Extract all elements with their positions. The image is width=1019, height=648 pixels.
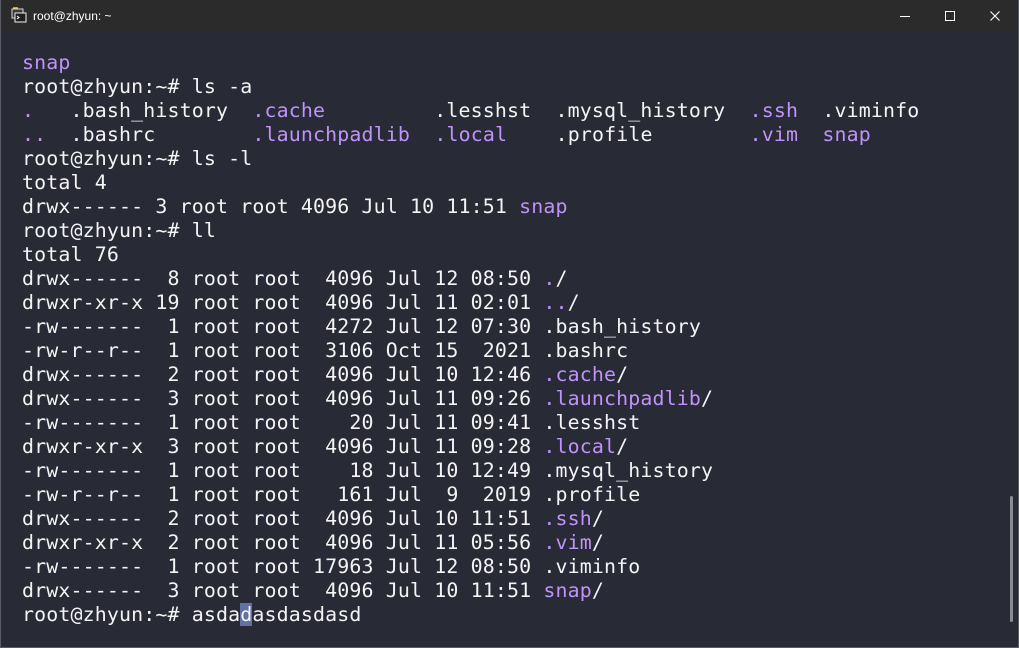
directory-name: .local (543, 435, 617, 458)
terminal-text: -rw------- 1 root root 18 Jul 10 12:49 .… (22, 459, 714, 482)
terminal-line: drwx------ 3 root root 4096 Jul 10 11:51… (22, 579, 919, 603)
terminal-text: drwxr-xr-x 2 root root 4096 Jul 11 05:56 (22, 531, 544, 554)
directory-name: .ssh (543, 507, 592, 530)
terminal-line: drwx------ 8 root root 4096 Jul 12 08:50… (22, 267, 919, 291)
terminal-line: root@zhyun:~# ls -l (22, 147, 919, 171)
terminal-text: .viminfo (798, 99, 920, 122)
window-title: root@zhyun: ~ (33, 9, 112, 23)
terminal-text: root@zhyun:~# ll (22, 219, 217, 242)
minimize-button[interactable] (882, 0, 928, 31)
terminal-line: drwx------ 3 root root 4096 Jul 10 11:51… (22, 195, 919, 219)
terminal-text: -rw------- 1 root root 20 Jul 11 09:41 .… (22, 411, 641, 434)
terminal-text: root@zhyun:~# ls -a (22, 75, 253, 98)
terminal-line: snap (22, 51, 919, 75)
terminal-text: -rw-r--r-- 1 root root 161 Jul 9 2019 .p… (22, 483, 641, 506)
close-icon (989, 10, 1001, 22)
terminal-lines: snap root@zhyun:~# ls -a. .bash_history .… (22, 51, 919, 627)
terminal-line: drwx------ 3 root root 4096 Jul 11 09:26… (22, 387, 919, 411)
terminal-line: drwxr-xr-x 2 root root 4096 Jul 11 05:56… (22, 531, 919, 555)
terminal-prompt-line: root@zhyun:~# asdadasdasdasd (22, 603, 919, 627)
terminal-line: . .bash_history .cache .lesshst .mysql_h… (22, 99, 919, 123)
terminal-line: root@zhyun:~# ll (22, 219, 919, 243)
terminal-window: root@zhyun: ~ snap root@zhyun:~# ls -a. .… (0, 0, 1019, 648)
terminal-text: .profile (507, 123, 750, 146)
terminal-text: / (555, 267, 568, 290)
maximize-icon (944, 10, 956, 22)
directory-name: .cache (543, 363, 617, 386)
directory-name: snap (822, 123, 871, 146)
directory-name: .local (434, 123, 508, 146)
text-cursor: d (240, 603, 253, 626)
terminal-text: / (567, 291, 580, 314)
directory-name: . (543, 267, 556, 290)
terminal-text: .bash_history (34, 99, 253, 122)
terminal-output[interactable]: snap root@zhyun:~# ls -a. .bash_history .… (1, 31, 1002, 647)
directory-name: . (22, 99, 35, 122)
terminal-text: root@zhyun:~# ls -l (22, 147, 253, 170)
terminal-line: total 76 (22, 243, 919, 267)
directory-name: snap (519, 195, 568, 218)
directory-name: .vim (543, 531, 592, 554)
title-bar[interactable]: root@zhyun: ~ (1, 0, 1018, 31)
terminal-text: / (591, 579, 605, 602)
directory-name: .. (22, 123, 47, 146)
terminal-text: drwx------ 8 root root 4096 Jul 12 08:50 (22, 267, 544, 290)
terminal-line: drwx------ 2 root root 4096 Jul 10 12:46… (22, 363, 919, 387)
terminal-line: root@zhyun:~# ls -a (22, 75, 919, 99)
terminal-text: drwxr-xr-x 3 root root 4096 Jul 11 09:28 (22, 435, 544, 458)
directory-name: .cache (252, 99, 326, 122)
directory-name: .vim (749, 123, 799, 146)
terminal-text: / (701, 387, 714, 410)
terminal-text: -rw------- 1 root root 4272 Jul 12 07:30… (22, 315, 702, 338)
directory-name: snap (543, 579, 592, 602)
terminal-line: -rw------- 1 root root 17963 Jul 12 08:5… (22, 555, 919, 579)
terminal-line: drwx------ 2 root root 4096 Jul 10 11:51… (22, 507, 919, 531)
maximize-button[interactable] (927, 0, 973, 31)
terminal-text: drwx------ 3 root root 4096 Jul 10 11:51 (22, 195, 520, 218)
directory-name: snap (22, 51, 71, 74)
terminal-text: asdasdasd (252, 603, 362, 626)
directory-name: .ssh (749, 99, 799, 122)
terminal-app-icon[interactable] (11, 7, 27, 23)
terminal-text: / (616, 363, 629, 386)
directory-name: .. (543, 291, 568, 314)
directory-name: .launchpadlib (252, 123, 411, 146)
terminal-line: -rw-r--r-- 1 root root 161 Jul 9 2019 .p… (22, 483, 919, 507)
terminal-text: .lesshst .mysql_history (325, 99, 750, 122)
minimize-icon (899, 10, 911, 22)
terminal-text: / (591, 531, 605, 554)
close-button[interactable] (972, 0, 1018, 31)
terminal-text: / (591, 507, 605, 530)
terminal-text: drwx------ 2 root root 4096 Jul 10 12:46 (22, 363, 544, 386)
terminal-text: drwx------ 3 root root 4096 Jul 11 09:26 (22, 387, 544, 410)
terminal-line: drwxr-xr-x 19 root root 4096 Jul 11 02:0… (22, 291, 919, 315)
vertical-scrollbar[interactable] (1002, 31, 1018, 647)
terminal-line: -rw-r--r-- 1 root root 3106 Oct 15 2021 … (22, 339, 919, 363)
terminal-text: drwxr-xr-x 19 root root 4096 Jul 11 02:0… (22, 291, 544, 314)
terminal-text: total 4 (22, 171, 107, 194)
terminal-text: -rw-r--r-- 1 root root 3106 Oct 15 2021 … (22, 339, 629, 362)
terminal-text: drwx------ 3 root root 4096 Jul 10 11:51 (22, 579, 544, 602)
terminal-text: / (616, 435, 629, 458)
terminal-text: total 76 (22, 243, 120, 266)
terminal-line: total 4 (22, 171, 919, 195)
terminal-line: -rw------- 1 root root 4272 Jul 12 07:30… (22, 315, 919, 339)
directory-name: .launchpadlib (543, 387, 702, 410)
terminal-line: .. .bashrc .launchpadlib .local .profile… (22, 123, 919, 147)
scrollbar-thumb[interactable] (1010, 496, 1013, 622)
terminal-line: drwxr-xr-x 3 root root 4096 Jul 11 09:28… (22, 435, 919, 459)
terminal-text: -rw------- 1 root root 17963 Jul 12 08:5… (22, 555, 641, 578)
terminal-text: root@zhyun:~# asda (22, 603, 241, 626)
terminal-line: -rw------- 1 root root 18 Jul 10 12:49 .… (22, 459, 919, 483)
terminal-text: drwx------ 2 root root 4096 Jul 10 11:51 (22, 507, 544, 530)
terminal-line: -rw------- 1 root root 20 Jul 11 09:41 .… (22, 411, 919, 435)
terminal-text: .bashrc (46, 123, 253, 146)
